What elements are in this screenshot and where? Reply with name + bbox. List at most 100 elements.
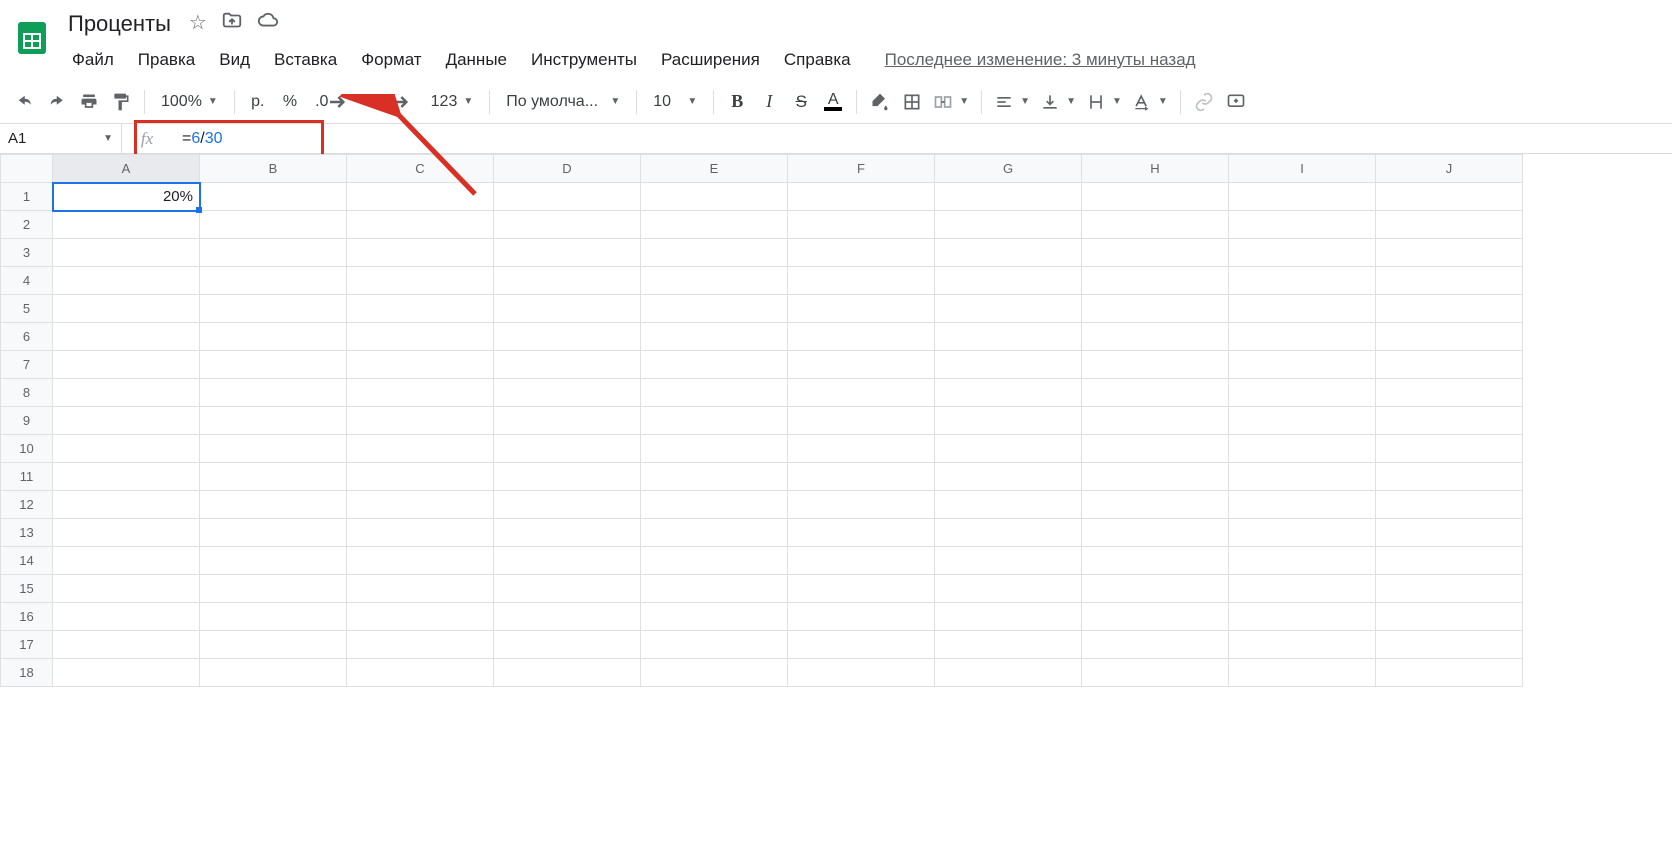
cell[interactable] — [347, 267, 494, 295]
row-header[interactable]: 6 — [1, 323, 53, 351]
row-header[interactable]: 8 — [1, 379, 53, 407]
column-header-C[interactable]: C — [347, 155, 494, 183]
bold-button[interactable]: B — [722, 87, 752, 117]
cell[interactable] — [935, 407, 1082, 435]
menu-data[interactable]: Данные — [436, 46, 517, 74]
column-header-F[interactable]: F — [788, 155, 935, 183]
cell[interactable] — [1229, 239, 1376, 267]
cell[interactable] — [53, 407, 200, 435]
cell[interactable] — [1376, 211, 1523, 239]
cell[interactable] — [53, 575, 200, 603]
cell[interactable] — [494, 183, 641, 211]
cell[interactable] — [788, 603, 935, 631]
cell[interactable] — [935, 183, 1082, 211]
column-header-E[interactable]: E — [641, 155, 788, 183]
cell[interactable] — [1376, 659, 1523, 687]
cell[interactable] — [494, 575, 641, 603]
document-title[interactable]: Проценты — [62, 9, 177, 39]
cell[interactable] — [641, 435, 788, 463]
name-box[interactable]: A1▼ — [0, 124, 122, 153]
cell[interactable] — [788, 407, 935, 435]
column-header-G[interactable]: G — [935, 155, 1082, 183]
cell[interactable] — [494, 491, 641, 519]
merge-cells-button[interactable]: ▼ — [929, 87, 973, 117]
move-folder-icon[interactable] — [221, 10, 243, 38]
cell[interactable] — [53, 435, 200, 463]
cell[interactable] — [347, 491, 494, 519]
cell[interactable] — [200, 351, 347, 379]
cell[interactable] — [1082, 183, 1229, 211]
cloud-status-icon[interactable] — [257, 10, 279, 38]
cell[interactable] — [347, 435, 494, 463]
cell[interactable] — [788, 379, 935, 407]
cell[interactable] — [347, 631, 494, 659]
currency-button[interactable]: р. — [243, 87, 273, 117]
cell[interactable] — [1229, 603, 1376, 631]
print-button[interactable] — [74, 87, 104, 117]
cell[interactable] — [1376, 463, 1523, 491]
cell[interactable] — [347, 519, 494, 547]
cell[interactable] — [1376, 631, 1523, 659]
cell[interactable] — [347, 351, 494, 379]
cell[interactable] — [347, 407, 494, 435]
cell[interactable] — [200, 603, 347, 631]
cell[interactable] — [1229, 491, 1376, 519]
sheets-logo[interactable] — [8, 8, 56, 68]
row-header[interactable]: 11 — [1, 463, 53, 491]
cell[interactable] — [1376, 295, 1523, 323]
cell[interactable] — [200, 239, 347, 267]
row-header[interactable]: 17 — [1, 631, 53, 659]
cell[interactable] — [1376, 351, 1523, 379]
cell[interactable] — [935, 603, 1082, 631]
cell[interactable] — [53, 239, 200, 267]
cell[interactable] — [1376, 183, 1523, 211]
cell[interactable] — [1376, 547, 1523, 575]
cell[interactable] — [494, 295, 641, 323]
cell[interactable] — [494, 547, 641, 575]
cell[interactable] — [494, 379, 641, 407]
cell[interactable] — [641, 379, 788, 407]
cell[interactable] — [53, 379, 200, 407]
cell[interactable] — [641, 267, 788, 295]
cell[interactable]: 20% — [53, 183, 200, 211]
font-size-select[interactable]: 10▼ — [645, 87, 705, 117]
select-all-corner[interactable] — [1, 155, 53, 183]
text-wrap-button[interactable]: ▼ — [1082, 87, 1126, 117]
cell[interactable] — [641, 239, 788, 267]
undo-button[interactable] — [10, 87, 40, 117]
cell[interactable] — [1082, 267, 1229, 295]
cell[interactable] — [1229, 407, 1376, 435]
cell[interactable] — [347, 323, 494, 351]
cell[interactable] — [1082, 407, 1229, 435]
cell[interactable] — [935, 323, 1082, 351]
cell[interactable] — [641, 463, 788, 491]
cell[interactable] — [494, 603, 641, 631]
cell[interactable] — [1376, 239, 1523, 267]
cell[interactable] — [935, 575, 1082, 603]
cell[interactable] — [494, 323, 641, 351]
menu-insert[interactable]: Вставка — [264, 46, 347, 74]
cell[interactable] — [1082, 463, 1229, 491]
cell[interactable] — [1082, 575, 1229, 603]
cell[interactable] — [53, 603, 200, 631]
cell[interactable] — [788, 435, 935, 463]
cell[interactable] — [347, 183, 494, 211]
cell[interactable] — [1229, 379, 1376, 407]
cell[interactable] — [1082, 323, 1229, 351]
row-header[interactable]: 15 — [1, 575, 53, 603]
cell[interactable] — [935, 267, 1082, 295]
cell[interactable] — [347, 211, 494, 239]
insert-comment-button[interactable] — [1221, 87, 1251, 117]
font-select[interactable]: По умолча...▼ — [498, 87, 628, 117]
cell[interactable] — [53, 351, 200, 379]
cell[interactable] — [788, 631, 935, 659]
cell[interactable] — [935, 519, 1082, 547]
cell[interactable] — [200, 491, 347, 519]
cell[interactable] — [1376, 575, 1523, 603]
column-header-H[interactable]: H — [1082, 155, 1229, 183]
column-header-I[interactable]: I — [1229, 155, 1376, 183]
row-header[interactable]: 10 — [1, 435, 53, 463]
decrease-decimal-button[interactable]: .0 — [307, 87, 358, 117]
text-rotation-button[interactable]: ▼ — [1128, 87, 1172, 117]
cell[interactable] — [200, 463, 347, 491]
